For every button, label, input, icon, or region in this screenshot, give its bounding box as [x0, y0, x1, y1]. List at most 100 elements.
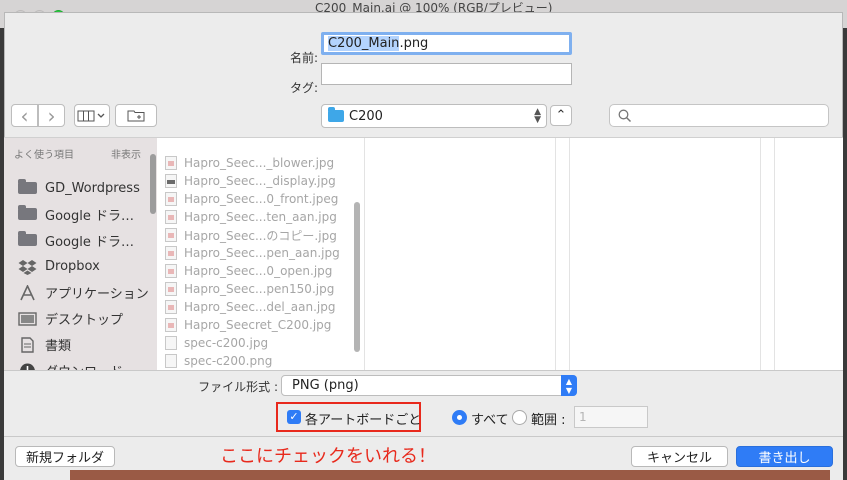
sidebar-hide-link[interactable]: 非表示 — [111, 146, 141, 161]
image-file-icon — [165, 264, 177, 278]
file-list-scrollbar[interactable] — [354, 202, 360, 352]
desktop-icon — [18, 311, 37, 326]
file-item[interactable]: Hapro_Seec..._blower.jpg — [165, 154, 334, 172]
sidebar-item-label: GD_Wordpress — [45, 180, 140, 196]
sidebar-item-label: 書類 — [45, 338, 72, 354]
sidebar-item-documents[interactable]: 書類 — [18, 333, 71, 355]
sidebar-item-dropbox[interactable]: Dropbox — [18, 255, 100, 277]
chevron-updown-icon: ▲ ▼ — [561, 375, 577, 396]
file-item[interactable]: Hapro_Seec...0_front.jpeg — [165, 190, 338, 208]
column-divider — [555, 138, 556, 370]
chevron-right-icon: › — [47, 103, 56, 128]
annotation-text: ここにチェックをいれる！ — [220, 446, 436, 467]
filename-selected: C200_Main — [328, 36, 400, 51]
background-artwork — [70, 470, 830, 480]
file-item[interactable]: Hapro_Seec..._display.jpg — [165, 172, 336, 190]
file-name: Hapro_Seec...のコピー.jpg — [184, 228, 337, 243]
image-file-icon — [165, 156, 177, 170]
file-name: spec-c200.png — [184, 354, 273, 368]
image-file-icon — [165, 318, 177, 332]
tag-label: タグ: — [289, 81, 318, 95]
search-icon — [618, 109, 632, 123]
export-button[interactable]: 書き出し — [736, 446, 833, 467]
cancel-button[interactable]: キャンセル — [631, 446, 728, 467]
applications-icon — [18, 284, 37, 300]
image-file-icon — [165, 210, 177, 224]
filename-field[interactable]: C200_Main.png — [321, 32, 572, 55]
range-radio-label[interactable]: 範囲 : — [531, 409, 566, 428]
file-icon — [165, 336, 177, 350]
image-file-icon — [165, 282, 177, 296]
file-name: Hapro_Seec...0_front.jpeg — [184, 192, 339, 206]
artboard-checkbox[interactable]: ✓ — [287, 410, 301, 424]
file-item[interactable]: Hapro_Seec...del_aan.jpg — [165, 298, 335, 316]
file-item[interactable]: Hapro_Seec...pen150.jpg — [165, 280, 334, 298]
new-folder-button[interactable]: 新規フォルダ — [15, 446, 115, 467]
sidebar-item-label: アプリケーション — [45, 286, 149, 302]
sidebar-item-desktop[interactable]: デスクトップ — [18, 307, 123, 329]
checkmark-icon: ✓ — [289, 410, 299, 423]
format-popup[interactable]: PNG (png) ▲ ▼ — [281, 375, 577, 396]
window-title: C200_Main.ai @ 100% (RGB/プレビュー) — [315, 1, 553, 12]
file-icon — [165, 354, 177, 368]
file-item[interactable]: Hapro_Seec...ten_aan.jpg — [165, 208, 337, 226]
image-file-icon — [165, 246, 177, 260]
tags-field[interactable] — [321, 63, 572, 85]
file-name: Hapro_Seecret_C200.jpg — [184, 318, 332, 332]
chevron-updown-icon: ▲ ▼ — [534, 107, 541, 125]
file-name: Hapro_Seec...pen150.jpg — [184, 282, 335, 296]
download-icon — [18, 363, 37, 370]
divider — [4, 436, 843, 437]
name-label: 名前: — [289, 51, 318, 65]
all-radio[interactable] — [452, 410, 467, 425]
artboard-checkbox-label[interactable]: 各アートボードごと — [305, 409, 421, 428]
sidebar-item-downloads[interactable]: ダウンロード — [18, 359, 123, 370]
view-mode-button[interactable] — [74, 104, 110, 127]
file-name: spec-c200.jpg — [184, 336, 269, 350]
sidebar-section-title: よく使う項目 — [14, 150, 74, 161]
file-item[interactable]: Hapro_Seec...0_open.jpg — [165, 262, 332, 280]
filename-extension: .png — [399, 36, 429, 51]
sidebar-item-gd-wordpress[interactable]: GD_Wordpress — [18, 177, 140, 199]
image-file-icon — [165, 192, 177, 206]
back-button[interactable]: ‹ — [11, 104, 38, 127]
sidebar-item-google-drive-2[interactable]: Google ドラ… — [18, 229, 134, 251]
range-input[interactable]: 1 — [574, 406, 648, 428]
forward-button[interactable]: › — [38, 104, 65, 127]
file-item[interactable]: Hapro_Seec...pen_aan.jpg — [165, 244, 340, 262]
columns-view-icon — [77, 110, 105, 121]
sidebar-item-label: デスクトップ — [45, 312, 124, 328]
location-popup[interactable]: C200 ▲ ▼ — [321, 104, 547, 128]
range-radio[interactable] — [512, 410, 527, 425]
chevron-up-icon: ⌃ — [555, 108, 567, 123]
format-value: PNG (png) — [292, 378, 359, 393]
column-divider — [364, 138, 365, 370]
folder-icon — [18, 231, 37, 246]
file-browser: Hapro_Seec..._blower.jpg Hapro_Seec..._d… — [157, 137, 843, 370]
new-folder-icon-button[interactable] — [115, 104, 157, 127]
sidebar-item-label: Dropbox — [45, 258, 100, 274]
file-item[interactable]: spec-c200.jpg — [165, 334, 268, 352]
format-label: ファイル形式 : — [198, 380, 278, 394]
image-file-icon — [165, 174, 177, 188]
location-label: C200 — [349, 108, 383, 124]
sidebar-item-label: Google ドラ… — [45, 234, 134, 250]
file-item[interactable]: Hapro_Seecret_C200.jpg — [165, 316, 331, 334]
file-name: Hapro_Seec...0_open.jpg — [184, 264, 333, 278]
file-name: Hapro_Seec...del_aan.jpg — [184, 300, 336, 314]
expand-button[interactable]: ⌃ — [550, 105, 572, 126]
image-file-icon — [165, 228, 177, 242]
file-item[interactable]: Hapro_Seec...のコピー.jpg — [165, 226, 337, 244]
documents-icon — [18, 336, 37, 353]
image-file-icon — [165, 300, 177, 314]
column-divider — [774, 138, 775, 370]
search-field[interactable] — [609, 104, 829, 127]
file-name: Hapro_Seec..._display.jpg — [184, 174, 336, 188]
column-divider — [760, 138, 761, 370]
new-folder-icon — [127, 110, 145, 122]
all-radio-label[interactable]: すべて — [471, 409, 509, 428]
sidebar-scrollbar[interactable] — [150, 154, 156, 214]
file-item[interactable]: spec-c200.png — [165, 352, 272, 370]
sidebar-item-applications[interactable]: アプリケーション — [18, 281, 149, 303]
sidebar-item-google-drive-1[interactable]: Google ドラ… — [18, 203, 134, 225]
